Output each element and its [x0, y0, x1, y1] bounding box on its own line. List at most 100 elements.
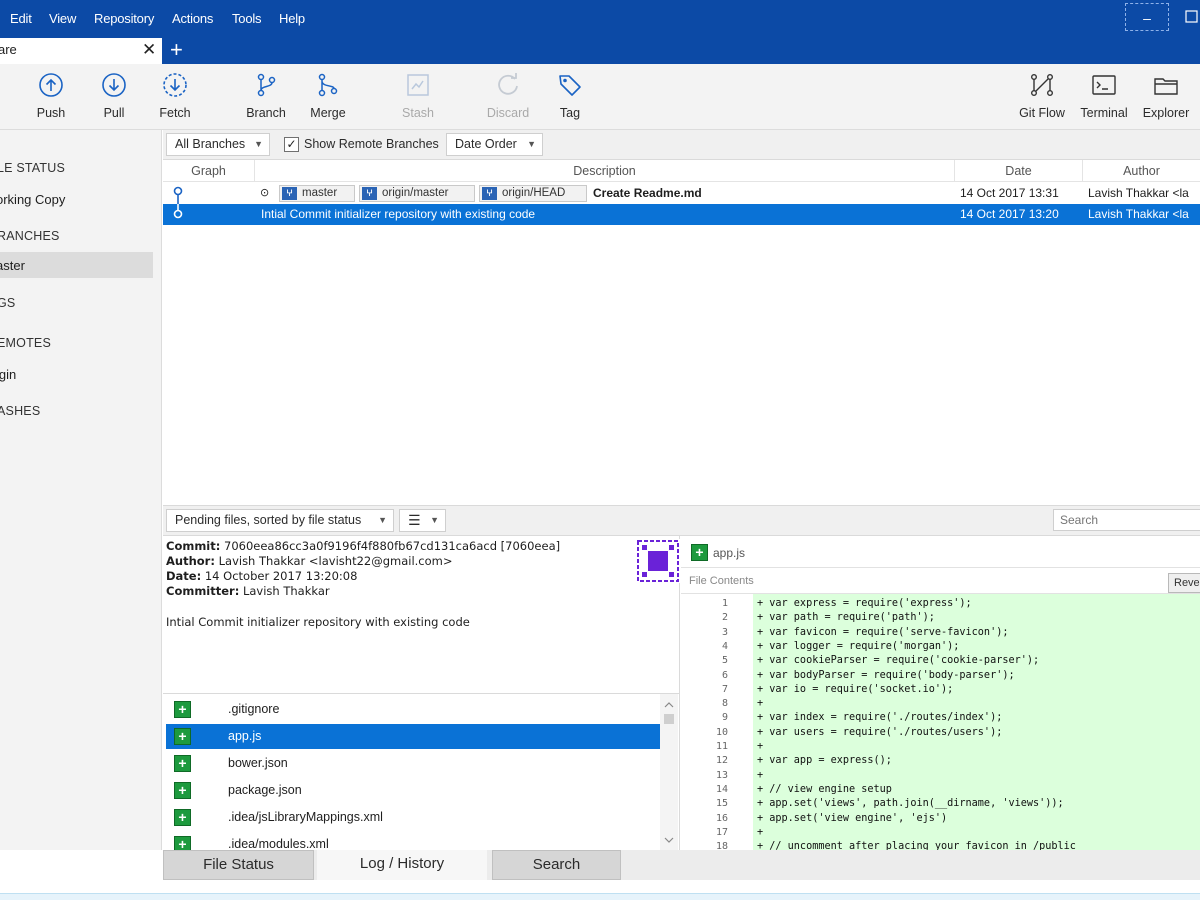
show-remote-branches-checkbox[interactable]: ✓ — [284, 137, 299, 152]
discard-button[interactable]: Discard — [476, 72, 540, 120]
sidebar-branches-header[interactable]: RANCHES — [0, 229, 60, 243]
branch-button[interactable]: Branch — [234, 72, 298, 120]
commit-row[interactable]: Intial Commit initializer repository wit… — [163, 204, 1200, 225]
sidebar-file-status-header[interactable]: LE STATUS — [0, 161, 65, 175]
maximize-button[interactable] — [1180, 3, 1200, 31]
file-row[interactable]: + bower.json — [166, 751, 660, 776]
file-name: .gitignore — [228, 702, 280, 716]
commit-description: Intial Commit initializer repository wit… — [261, 207, 536, 221]
diff-file-header: + app.js — [681, 536, 1200, 568]
column-description[interactable]: Description — [255, 160, 955, 182]
minimize-button[interactable]: – — [1125, 3, 1169, 31]
chevron-down-icon: ▼ — [254, 139, 263, 149]
line-number: 1 — [721, 598, 728, 609]
add-tab-icon[interactable]: + — [170, 38, 183, 62]
line-number: 17 — [715, 826, 728, 838]
order-select[interactable]: Date Order ▼ — [446, 133, 543, 156]
commit-date: 14 Oct 2017 13:20 — [960, 207, 1059, 221]
sidebar-stashes-header[interactable]: ASHES — [0, 404, 40, 418]
merge-button[interactable]: Merge — [296, 72, 360, 120]
tab-search[interactable]: Search — [492, 850, 621, 880]
push-button[interactable]: Push — [19, 72, 83, 120]
commit-hash-line: Commit: 7060eea86cc3a0f9196f4f880fb67cd1… — [166, 539, 560, 553]
tag-button[interactable]: Tag — [538, 72, 602, 120]
explorer-button[interactable]: Explorer — [1134, 72, 1198, 120]
code-line: + var app = express(); — [757, 755, 892, 767]
pending-files-bar: Pending files, sorted by file status ▼ ☰… — [163, 506, 1200, 536]
menu-view[interactable]: View — [49, 11, 76, 26]
stash-button[interactable]: Stash — [386, 72, 450, 120]
file-added-icon: + — [174, 728, 191, 745]
commit-row[interactable]: ⊙ ⵖ master ⵖ origin/master ⵖ origin/HEAD… — [163, 183, 1200, 204]
code-line: + — [757, 741, 764, 752]
menu-actions[interactable]: Actions — [172, 11, 213, 26]
diff-pane: + app.js File Contents Rever 12345678910… — [681, 536, 1200, 852]
line-number: 4 — [721, 640, 728, 652]
file-row[interactable]: + app.js — [166, 724, 660, 749]
commit-details: Commit: 7060eea86cc3a0f9196f4f880fb67cd1… — [163, 536, 680, 693]
git-flow-button[interactable]: Git Flow — [1010, 72, 1074, 120]
file-row[interactable]: + package.json — [166, 778, 660, 803]
git-flow-label: Git Flow — [1019, 106, 1065, 120]
branch-ref-master[interactable]: ⵖ master — [279, 185, 355, 202]
file-added-icon: + — [691, 544, 708, 561]
line-number-gutter: 1 2 3 4 5 6 7 8 9 10 11 12 13 14 15 16 17 18 — [681, 594, 753, 852]
sidebar-item-master-label: aster — [0, 258, 25, 273]
column-date[interactable]: Date — [955, 160, 1083, 182]
code-line: + — [757, 769, 764, 781]
tab-log-history[interactable]: Log / History — [317, 850, 487, 880]
commit-author-line: Author: Lavish Thakkar <lavisht22@gmail.… — [166, 554, 453, 568]
show-remote-branches-label[interactable]: Show Remote Branches — [304, 137, 439, 151]
git-flow-icon — [1031, 74, 1054, 97]
ref-label: origin/HEAD — [502, 187, 566, 199]
scrollbar-thumb[interactable] — [664, 714, 674, 724]
file-list-scrollbar[interactable] — [660, 694, 678, 850]
branch-ref-origin-master[interactable]: ⵖ origin/master — [359, 185, 475, 202]
pending-sort-value: Pending files, sorted by file status — [175, 513, 362, 527]
code-line: + var index = require('./routes/index'); — [757, 712, 1003, 724]
push-label: Push — [36, 106, 66, 120]
file-contents-label: File Contents — [689, 575, 754, 587]
line-number: 14 — [715, 783, 728, 795]
repository-tab[interactable]: are ✕ — [0, 38, 162, 64]
fetch-label: Fetch — [159, 106, 191, 120]
file-row[interactable]: + .idea/jsLibraryMappings.xml — [166, 805, 660, 830]
menu-help[interactable]: Help — [279, 11, 305, 26]
file-name: package.json — [228, 783, 302, 797]
column-author[interactable]: Author — [1083, 160, 1200, 182]
file-row[interactable]: + .gitignore — [166, 697, 660, 722]
line-number: 12 — [715, 755, 728, 767]
file-row[interactable]: + .idea/modules.xml — [166, 832, 660, 850]
pending-sort-select[interactable]: Pending files, sorted by file status ▼ — [166, 509, 394, 532]
terminal-button[interactable]: Terminal — [1072, 72, 1136, 120]
view-mode-select[interactable]: ☰ ▼ — [399, 509, 446, 532]
revert-button[interactable]: Rever — [1168, 573, 1200, 593]
close-tab-icon[interactable]: ✕ — [142, 38, 156, 62]
line-number: 9 — [721, 712, 728, 724]
chevron-down-icon: ▼ — [378, 515, 387, 525]
sidebar-item-origin[interactable]: igin — [0, 367, 16, 382]
column-graph[interactable]: Graph — [163, 160, 255, 182]
log-filter-bar: All Branches ▼ ✓ Show Remote Branches Da… — [163, 130, 1200, 160]
branches-filter-select[interactable]: All Branches ▼ — [166, 133, 270, 156]
explorer-label: Explorer — [1142, 106, 1190, 120]
maximize-icon — [1185, 10, 1198, 23]
tab-file-status[interactable]: File Status — [163, 850, 314, 880]
pull-button[interactable]: Pull — [82, 72, 146, 120]
code-line: + var bodyParser = require('body-parser'… — [757, 669, 1015, 681]
sidebar-item-working-copy[interactable]: orking Copy — [0, 192, 65, 207]
sidebar-item-master[interactable]: aster — [0, 252, 153, 278]
code-line: + var cookieParser = require('cookie-par… — [757, 655, 1040, 667]
branch-ref-origin-head[interactable]: ⵖ origin/HEAD — [479, 185, 587, 202]
tag-icon — [559, 75, 581, 96]
menu-tools[interactable]: Tools — [232, 11, 262, 26]
file-name: .idea/modules.xml — [228, 837, 329, 850]
search-input[interactable] — [1053, 509, 1200, 531]
menu-edit[interactable]: Edit — [10, 11, 32, 26]
code-line: + var express = require('express'); — [757, 598, 972, 609]
menu-repository[interactable]: Repository — [94, 11, 154, 26]
sidebar-remotes-header[interactable]: EMOTES — [0, 336, 51, 350]
sidebar-tags-header[interactable]: GS — [0, 296, 15, 310]
line-number: 5 — [721, 655, 728, 667]
fetch-button[interactable]: Fetch — [143, 72, 207, 120]
